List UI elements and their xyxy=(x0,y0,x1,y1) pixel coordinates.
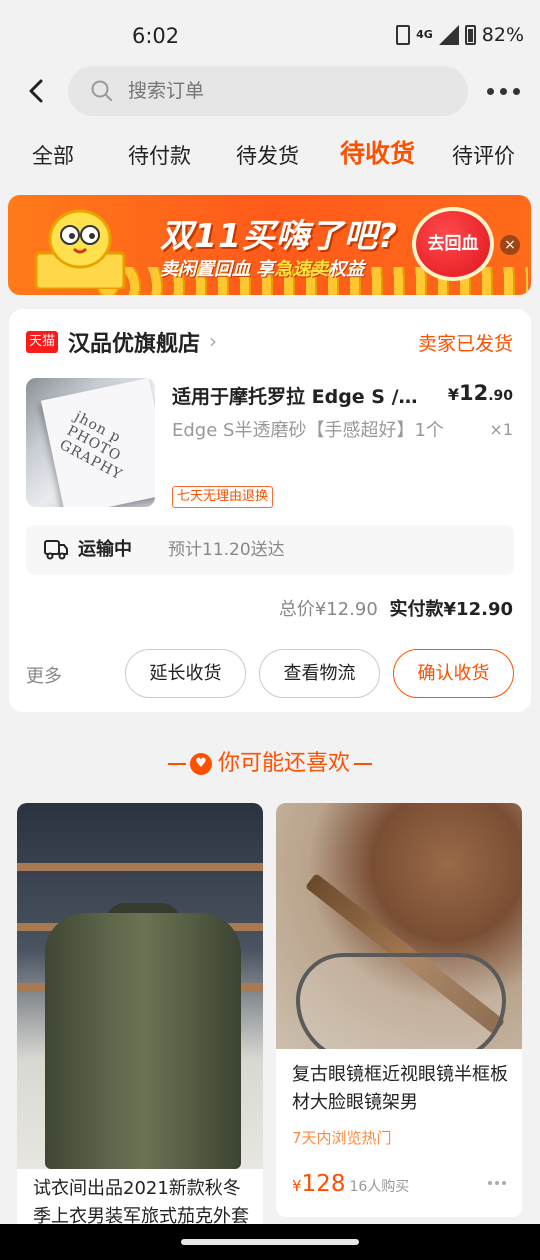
more-options-icon[interactable] xyxy=(488,1181,506,1185)
tmall-badge: 天猫 xyxy=(26,331,58,353)
product-thumbnail[interactable]: jhon p PHOTO GRAPHY xyxy=(26,378,155,507)
truck-icon xyxy=(44,540,68,560)
tab-pending-shipment[interactable]: 待发货 xyxy=(236,138,299,174)
header xyxy=(0,66,540,118)
chevron-left-icon xyxy=(29,79,43,103)
banner-subtitle: 卖闲置回血 享急速卖权益 xyxy=(160,259,365,280)
search-bar[interactable] xyxy=(68,66,468,116)
banner-cta-button[interactable]: 去回血 xyxy=(412,207,494,281)
hot-badge: 7天内浏览热门 xyxy=(292,1129,392,1147)
battery-percent: 82% xyxy=(481,24,524,46)
product-title[interactable]: 适用于摩托罗拉 Edge S / Edge S Pro 背膜 xyxy=(172,382,422,409)
battery-icon xyxy=(464,25,476,45)
order-card: 天猫 汉品优旗舰店 › 卖家已发货 jhon p PHOTO GRAPHY 适用于摩… xyxy=(9,309,531,712)
home-gesture-bar[interactable] xyxy=(181,1239,359,1245)
return-policy-tag: 七天无理由退换 xyxy=(172,486,274,508)
product-card-title[interactable]: 复古眼镜框近视眼镜半框板材大脸眼镜架男 xyxy=(292,1061,512,1117)
product-card[interactable]: 复古眼镜框近视眼镜半框板材大脸眼镜架男 7天内浏览热门 ¥128 16人购买 xyxy=(276,803,522,1217)
tab-all[interactable]: 全部 xyxy=(32,138,74,174)
shop-name[interactable]: 汉品优旗舰店 xyxy=(68,326,200,358)
more-actions-link[interactable]: 更多 xyxy=(26,662,62,688)
system-nav-bar xyxy=(0,1224,540,1260)
promo-banner[interactable]: 双11买嗨了吧? 卖闲置回血 享急速卖权益 去回血 × xyxy=(8,195,531,295)
status-bar: 6:02 4G 82% xyxy=(0,0,540,66)
product-spec: Edge S半透磨砂【手感超好】1个 xyxy=(172,420,444,441)
product-card[interactable]: 试衣间出品2021新款秋冬季上衣男装军旅式茄克外套 xyxy=(17,803,263,1260)
product-card-title[interactable]: 试衣间出品2021新款秋冬季上衣男装军旅式茄克外套 xyxy=(33,1175,253,1231)
heart-icon: ♥ xyxy=(189,753,212,775)
confirm-receipt-button[interactable]: 确认收货 xyxy=(393,649,514,698)
view-logistics-button[interactable]: 查看物流 xyxy=(259,649,380,698)
order-total: 总价¥12.90 实付款¥12.90 xyxy=(278,599,513,620)
more-menu-icon[interactable] xyxy=(487,88,520,95)
status-time: 6:02 xyxy=(132,24,180,48)
product-card-price: ¥128 16人购买 xyxy=(292,1171,410,1197)
product-quantity: ×1 xyxy=(489,420,513,439)
extend-receipt-button[interactable]: 延长收货 xyxy=(125,649,246,698)
shipping-status-bar[interactable]: 运输中 预计11.20送达 xyxy=(26,525,514,575)
search-icon xyxy=(91,80,112,101)
close-icon[interactable]: × xyxy=(500,235,520,255)
shipping-eta: 预计11.20送达 xyxy=(168,540,285,560)
recommend-title: ♥ 你可能还喜欢 xyxy=(0,745,540,777)
order-status: 卖家已发货 xyxy=(417,333,513,355)
back-button[interactable] xyxy=(22,76,52,106)
chevron-right-icon[interactable]: › xyxy=(209,329,217,353)
tab-pending-review[interactable]: 待评价 xyxy=(452,138,515,174)
network-type: 4G xyxy=(416,28,433,41)
product-price: ¥12.90 xyxy=(447,381,513,405)
banner-title: 双11买嗨了吧? xyxy=(160,216,399,255)
sim-icon xyxy=(396,25,411,45)
product-image[interactable] xyxy=(276,803,522,1049)
search-input[interactable] xyxy=(128,66,448,116)
tab-pending-receipt[interactable]: 待收货 xyxy=(340,136,415,172)
tab-pending-payment[interactable]: 待付款 xyxy=(128,138,191,174)
status-icons: 4G 82% xyxy=(396,24,524,46)
order-tabs: 全部 待付款 待发货 待收货 待评价 xyxy=(0,138,540,178)
product-image[interactable] xyxy=(17,803,263,1169)
shipping-label: 运输中 xyxy=(78,539,132,560)
signal-icon xyxy=(438,25,459,45)
mascot-icon xyxy=(34,209,126,289)
